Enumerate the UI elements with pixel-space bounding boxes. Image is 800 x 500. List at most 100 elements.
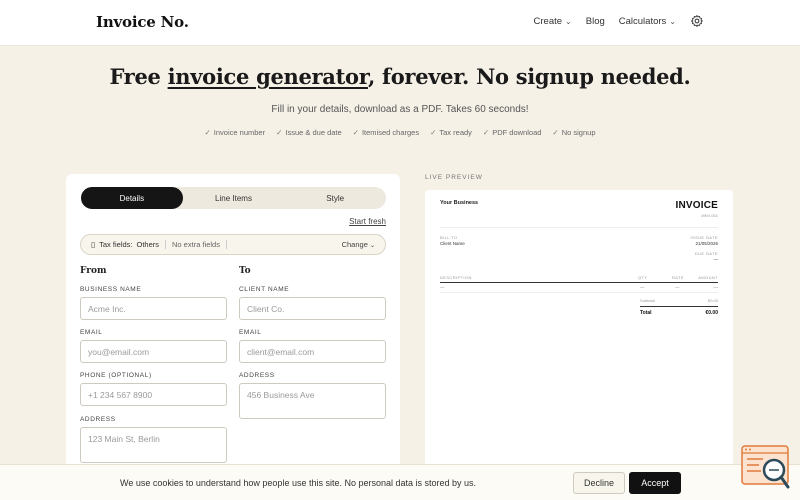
- site-logo[interactable]: Invoice No.: [96, 13, 189, 31]
- tab-style[interactable]: Style: [284, 187, 386, 209]
- check-icon: ✓: [552, 128, 559, 137]
- feature-item: ✓ Tax ready: [430, 128, 472, 137]
- invoice-preview: Your Business INVOICE #INV-001 BILL TO C…: [425, 190, 733, 474]
- preview-col-amount: AMOUNT: [698, 275, 718, 280]
- preview-row-qty: —: [640, 285, 645, 290]
- from-email-label: EMAIL: [80, 329, 103, 336]
- feature-item: ✓ No signup: [552, 128, 595, 137]
- feature-label: Invoice number: [213, 128, 266, 137]
- preview-business: Your Business: [440, 200, 479, 206]
- preview-issue-date: 21/05/2026: [695, 241, 718, 246]
- to-email-input[interactable]: client@email.com: [239, 340, 386, 363]
- tag-icon: ▯: [91, 240, 96, 249]
- feature-label: No signup: [561, 128, 596, 137]
- invoice-form-card: Details Line Items Style Start fresh ▯ T…: [66, 174, 400, 474]
- start-fresh-link[interactable]: Start fresh: [349, 217, 386, 226]
- nav-blog-label: Blog: [585, 15, 605, 27]
- from-heading: From: [80, 266, 107, 276]
- preview-issue-date-label: ISSUE DATE: [690, 235, 718, 240]
- hero-title: Free invoice generator, forever. No sign…: [0, 64, 800, 89]
- client-name-label: CLIENT NAME: [239, 286, 290, 293]
- to-address-textarea[interactable]: 456 Business Ave: [239, 383, 386, 419]
- phone-label: PHONE (OPTIONAL): [80, 372, 152, 379]
- preview-client: Client Name: [440, 241, 465, 246]
- form-tabs: Details Line Items Style: [81, 187, 386, 209]
- accept-button[interactable]: Accept: [629, 472, 681, 494]
- decline-button[interactable]: Decline: [573, 472, 625, 494]
- gear-icon[interactable]: [690, 14, 704, 28]
- hero-title-post: , forever. No signup needed.: [367, 64, 691, 89]
- feature-label: PDF download: [492, 128, 542, 137]
- check-icon: ✓: [482, 128, 490, 137]
- nav-calculators[interactable]: Calculators ⌄: [619, 16, 676, 27]
- tab-line-items[interactable]: Line Items: [183, 187, 285, 209]
- preview-col-description: DESCRIPTION: [440, 275, 472, 280]
- divider: [440, 282, 718, 283]
- preview-row-amount: —: [713, 285, 719, 290]
- from-email-input[interactable]: you@email.com: [80, 340, 227, 363]
- business-name-label: BUSINESS NAME: [80, 286, 142, 293]
- preview-subtotal: €0.00: [707, 298, 718, 303]
- preview-row-desc: —: [440, 285, 445, 290]
- from-address-textarea[interactable]: 123 Main St, Berlin: [80, 427, 227, 463]
- divider: [165, 240, 167, 249]
- preview-due-date: —: [713, 257, 719, 262]
- hero-subtitle: Fill in your details, download as a PDF.…: [271, 104, 529, 115]
- feature-item: ✓ PDF download: [483, 128, 542, 137]
- tab-details[interactable]: Details: [81, 187, 183, 209]
- top-navbar: Invoice No. Create ⌄ Blog Calculators ⌄: [0, 0, 800, 46]
- feature-item: ✓ Issue & due date: [276, 128, 342, 137]
- nav-calculators-label: Calculators: [618, 15, 667, 27]
- main-nav: Create ⌄ Blog Calculators ⌄: [534, 14, 704, 28]
- tax-fields-label: Tax fields:: [99, 240, 133, 249]
- phone-input[interactable]: +1 234 567 8900: [80, 383, 227, 406]
- to-heading: To: [239, 266, 251, 276]
- from-address-label: ADDRESS: [80, 416, 116, 423]
- feature-label: Issue & due date: [285, 128, 342, 137]
- help-search-icon[interactable]: [741, 445, 791, 491]
- live-preview-label: LIVE PREVIEW: [425, 174, 483, 181]
- preview-total-label: Total: [640, 310, 652, 316]
- chevron-down-icon: ⌄: [369, 243, 375, 249]
- feature-label: Tax ready: [439, 128, 472, 137]
- preview-due-date-label: DUE DATE: [694, 251, 718, 256]
- divider: [640, 306, 718, 307]
- feature-label: Itemised charges: [361, 128, 420, 137]
- tax-fields-note: No extra fields: [172, 240, 220, 249]
- divider: [440, 227, 718, 228]
- client-name-input[interactable]: Client Co.: [239, 297, 386, 320]
- chevron-down-icon: ⌄: [565, 16, 572, 26]
- divider: [225, 240, 227, 249]
- preview-col-qty: QTY: [638, 275, 648, 280]
- check-icon: ✓: [204, 128, 211, 137]
- tax-change-label: Change: [341, 240, 368, 249]
- cookie-banner: We use cookies to understand how people …: [0, 464, 800, 500]
- check-icon: ✓: [352, 128, 359, 137]
- nav-create-label: Create: [533, 15, 563, 27]
- cookie-text: We use cookies to understand how people …: [120, 478, 477, 488]
- preview-row-rate: —: [675, 285, 680, 290]
- check-icon: ✓: [430, 128, 437, 137]
- preview-total: €0.00: [705, 310, 718, 316]
- feature-item: ✓ Invoice number: [205, 128, 266, 137]
- hero-title-link[interactable]: invoice generator: [168, 64, 369, 89]
- preview-col-rate: RATE: [672, 275, 684, 280]
- preview-invoice-no: #INV-001: [701, 213, 718, 218]
- to-email-label: EMAIL: [239, 329, 262, 336]
- check-icon: ✓: [276, 128, 283, 137]
- divider: [440, 292, 718, 293]
- tax-fields-bar: ▯ Tax fields: Others No extra fields Cha…: [80, 234, 386, 255]
- nav-blog[interactable]: Blog: [586, 16, 605, 27]
- tax-fields-value: Others: [136, 240, 160, 249]
- feature-item: ✓ Itemised charges: [353, 128, 419, 137]
- preview-bill-to-label: BILL TO: [440, 235, 458, 240]
- preview-title: INVOICE: [675, 200, 718, 211]
- preview-subtotal-label: Subtotal: [640, 298, 655, 303]
- chevron-down-icon: ⌄: [669, 16, 676, 26]
- nav-create[interactable]: Create ⌄: [534, 16, 572, 27]
- hero-title-pre: Free: [109, 64, 168, 89]
- tax-change-button[interactable]: Change ⌄: [342, 240, 375, 249]
- feature-list: ✓ Invoice number ✓ Issue & due date ✓ Itemi…: [0, 128, 800, 137]
- business-name-input[interactable]: Acme Inc.: [80, 297, 227, 320]
- to-address-label: ADDRESS: [239, 372, 275, 379]
